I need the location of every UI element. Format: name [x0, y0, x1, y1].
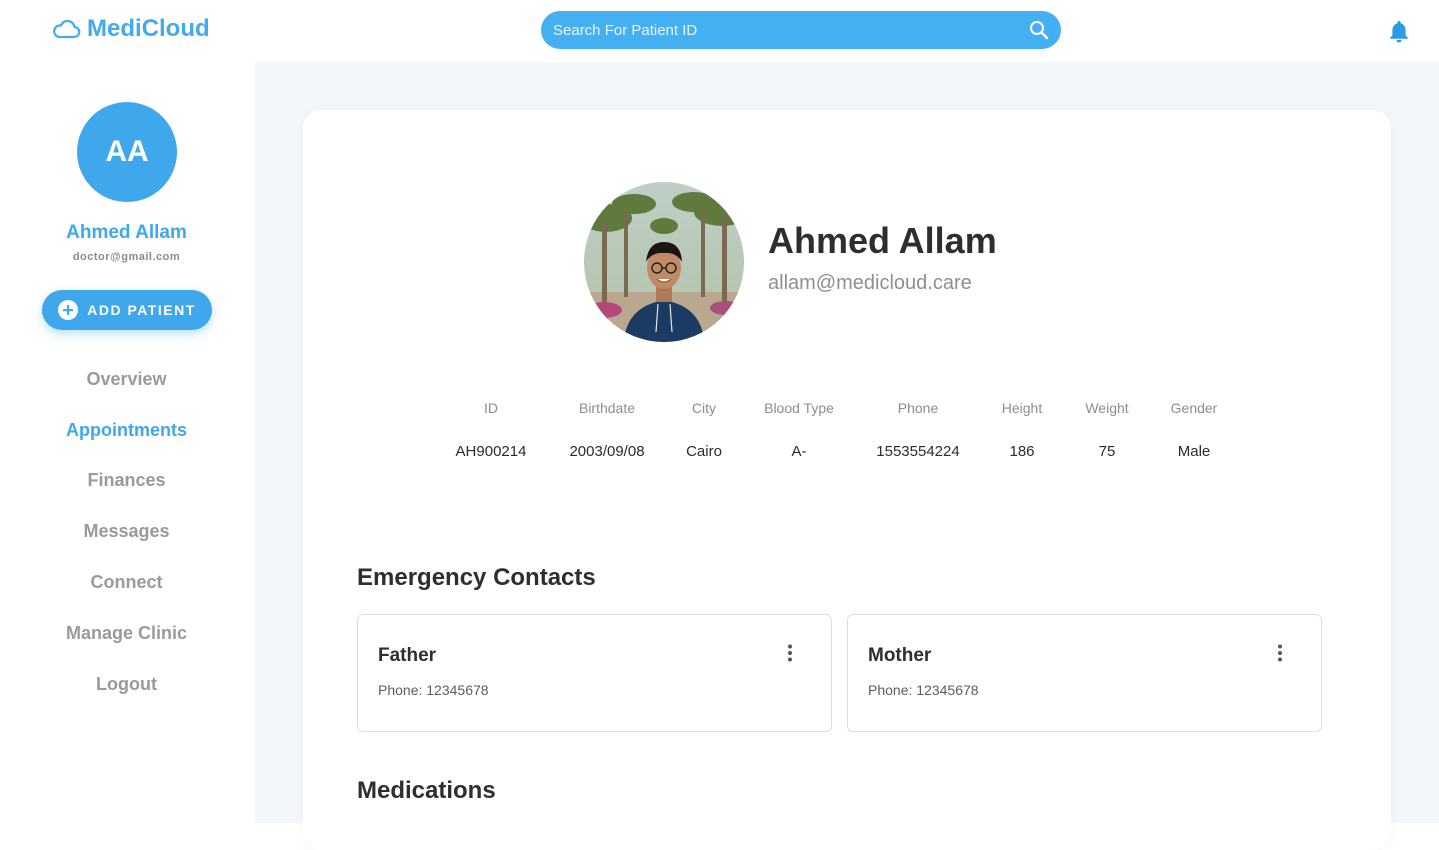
user-email: doctor@gmail.com: [72, 251, 181, 263]
info-col-height: Height 186: [1002, 400, 1042, 460]
info-header: Birthdate: [578, 400, 636, 416]
sidebar-item-connect[interactable]: Connect: [0, 557, 253, 608]
search-icon[interactable]: [1029, 20, 1049, 40]
patient-search-bar[interactable]: [541, 11, 1061, 49]
more-options-icon[interactable]: [787, 644, 793, 662]
bell-icon[interactable]: [1388, 19, 1410, 43]
sidebar-nav: Overview Appointments Finances Messages …: [0, 354, 253, 710]
info-col-gender: Gender Male: [1171, 400, 1218, 460]
info-value: A-: [791, 443, 807, 460]
info-col-birthdate: Birthdate 2003/09/08: [569, 400, 644, 460]
contact-relation: Father: [378, 645, 437, 666]
info-value: 1553554224: [876, 443, 960, 460]
patient-profile-card: Ahmed Allam allam@medicloud.care ID AH90…: [303, 110, 1391, 850]
info-col-id: ID AH900214: [456, 400, 527, 460]
info-header: City: [691, 400, 717, 416]
contact-relation: Mother: [868, 645, 932, 666]
info-col-blood-type: Blood Type A-: [764, 400, 834, 460]
search-input[interactable]: [553, 21, 1029, 39]
medications-title: Medications: [357, 777, 496, 804]
sidebar-item-appointments[interactable]: Appointments: [0, 405, 253, 456]
info-header: Phone: [897, 400, 939, 416]
sidebar: AA Ahmed Allam doctor@gmail.com ADD PATI…: [0, 62, 255, 823]
sidebar-item-finances[interactable]: Finances: [0, 456, 253, 507]
info-header: Weight: [1085, 400, 1129, 416]
info-value: 2003/09/08: [569, 443, 645, 460]
sidebar-item-overview[interactable]: Overview: [0, 354, 253, 405]
info-col-phone: Phone 1553554224: [876, 400, 959, 460]
more-options-icon[interactable]: [1277, 644, 1283, 662]
sidebar-item-messages[interactable]: Messages: [0, 506, 253, 557]
patient-name: Ahmed Allam: [768, 220, 997, 261]
brand-logo[interactable]: MediCloud: [51, 13, 210, 45]
info-value: 186: [1009, 443, 1035, 460]
add-patient-label: ADD PATIENT: [87, 302, 196, 318]
info-value: AH900214: [455, 443, 527, 460]
top-bar: MediCloud: [0, 0, 1439, 62]
plus-circle-icon: [58, 300, 79, 320]
patient-email: allam@medicloud.care: [768, 272, 972, 294]
contact-phone: Phone: 12345678: [868, 682, 979, 698]
cloud-icon: [53, 19, 81, 39]
sidebar-item-manage-clinic[interactable]: Manage Clinic: [0, 608, 253, 659]
info-header: Gender: [1170, 400, 1218, 416]
contact-card-mother[interactable]: Mother Phone: 12345678: [847, 614, 1322, 732]
info-value: 75: [1098, 443, 1116, 460]
patient-photo: [584, 182, 744, 342]
info-value: Cairo: [686, 443, 722, 460]
sidebar-item-logout[interactable]: Logout: [0, 659, 253, 710]
emergency-contacts-title: Emergency Contacts: [357, 564, 596, 591]
brand-name: MediCloud: [87, 15, 210, 42]
info-col-city: City Cairo: [686, 400, 722, 460]
info-header: Height: [1001, 400, 1043, 416]
contact-card-father[interactable]: Father Phone: 12345678: [357, 614, 832, 732]
info-col-weight: Weight 75: [1085, 400, 1128, 460]
info-header: ID: [484, 400, 498, 416]
contact-phone: Phone: 12345678: [378, 682, 489, 698]
info-value: Male: [1177, 443, 1211, 460]
info-header: Blood Type: [764, 400, 834, 416]
add-patient-button[interactable]: ADD PATIENT: [42, 290, 212, 330]
user-name: Ahmed Allam: [66, 222, 187, 243]
avatar[interactable]: AA: [77, 102, 177, 202]
